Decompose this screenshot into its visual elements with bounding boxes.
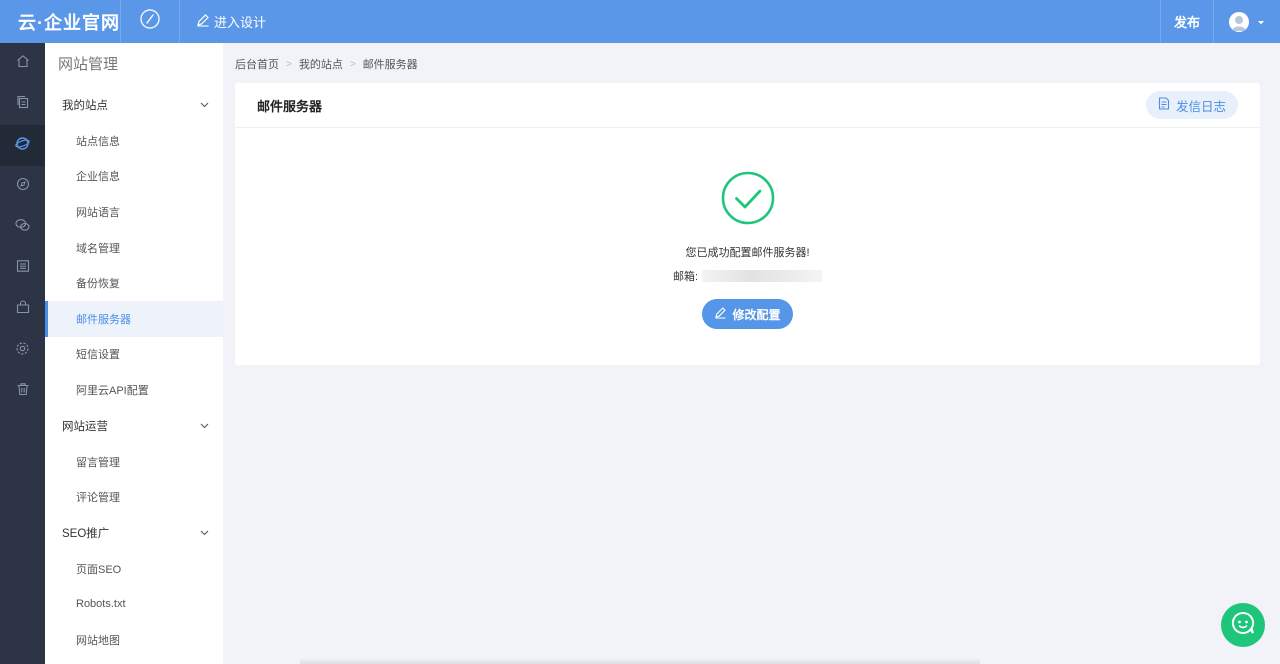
chevron-down-icon (200, 420, 209, 432)
icon-rail (0, 43, 45, 664)
logo[interactable]: 云·企业官网 (0, 0, 120, 43)
edit-config-label: 修改配置 (732, 307, 781, 322)
publish-button[interactable]: 发布 (1161, 0, 1213, 43)
sidebar-group-label: 网站运营 (62, 420, 108, 433)
sidebar-item-robots[interactable]: Robots.txt (45, 587, 223, 623)
sidebar-group-label: SEO推广 (62, 527, 110, 540)
sidebar: 网站管理 我的站点 站点信息 企业信息 网站语言 域名管理 备份恢复 邮件服务器… (45, 43, 223, 664)
sidebar-item-sitemap[interactable]: 网站地图 (45, 622, 223, 658)
sidebar-title: 网站管理 (58, 56, 119, 73)
pencil-icon (196, 13, 214, 30)
rail-wechat[interactable] (0, 207, 45, 248)
success-message: 您已成功配置邮件服务器! (685, 247, 810, 259)
sidebar-group-seo[interactable]: SEO推广 (45, 515, 223, 551)
rail-pages[interactable] (0, 84, 45, 125)
rail-shop[interactable] (0, 289, 45, 330)
email-row: 邮箱: (672, 268, 823, 284)
chevron-down-icon (200, 527, 209, 539)
sidebar-item-language[interactable]: 网站语言 (45, 194, 223, 230)
list-icon (16, 259, 30, 278)
email-label: 邮箱: (672, 271, 699, 283)
sidebar-group-my-sites[interactable]: 我的站点 (45, 87, 223, 123)
sidebar-item-backup[interactable]: 备份恢复 (45, 265, 223, 301)
sidebar-item-mail-server[interactable]: 邮件服务器 (45, 300, 223, 337)
breadcrumb-home[interactable]: 后台首页 (235, 56, 279, 72)
success-panel: 您已成功配置邮件服务器! 邮箱: 修改配置 (235, 171, 1260, 329)
sidebar-group-label: 我的站点 (62, 100, 108, 112)
sidebar-item-aliyun-api[interactable]: 阿里云API配置 (45, 372, 223, 408)
breadcrumb-my-sites[interactable]: 我的站点 (299, 56, 343, 72)
copy-icon (16, 95, 30, 114)
speed-button[interactable] (121, 0, 179, 43)
card-header: 邮件服务器 发信日志 (235, 83, 1260, 128)
bottom-shadow (300, 658, 980, 664)
rail-site[interactable] (0, 125, 45, 166)
compass-icon (16, 177, 30, 196)
rail-trash[interactable] (0, 371, 45, 412)
caret-down-icon (1257, 13, 1265, 31)
sidebar-item-sms[interactable]: 短信设置 (45, 337, 223, 373)
sidebar-item-site-info[interactable]: 站点信息 (45, 123, 223, 159)
shop-icon (16, 300, 30, 319)
chat-support-icon (1229, 609, 1257, 642)
enter-design-button[interactable]: 进入设计 (180, 0, 282, 43)
top-bar: 云·企业官网 进入设计 发布 (0, 0, 1280, 43)
sidebar-item-messages[interactable]: 留言管理 (45, 444, 223, 480)
globe-icon (15, 136, 30, 156)
enter-design-label: 进入设计 (214, 15, 267, 30)
sidebar-item-company-info[interactable]: 企业信息 (45, 159, 223, 195)
chat-support-button[interactable] (1221, 603, 1265, 647)
user-menu[interactable] (1214, 0, 1280, 43)
pencil-icon (714, 306, 727, 322)
trash-icon (16, 382, 30, 401)
send-log-label: 发信日志 (1175, 99, 1226, 114)
home-icon (16, 54, 30, 73)
chevron-right-icon: > (286, 58, 292, 70)
document-icon (1158, 97, 1170, 113)
success-check-icon (721, 171, 775, 230)
avatar (1229, 11, 1249, 32)
rail-articles[interactable] (0, 248, 45, 289)
sidebar-item-comments[interactable]: 评论管理 (45, 479, 223, 515)
send-log-button[interactable]: 发信日志 (1146, 91, 1238, 119)
email-value-redacted (702, 270, 823, 282)
chevron-down-icon (200, 99, 209, 111)
rail-settings[interactable] (0, 330, 45, 371)
edit-config-button[interactable]: 修改配置 (702, 299, 793, 329)
breadcrumb: 后台首页 > 我的站点 > 邮件服务器 (235, 56, 418, 72)
mail-server-card: 邮件服务器 发信日志 您已成功配置邮件服务器! 邮箱: 修改配置 (235, 83, 1260, 365)
rail-compass[interactable] (0, 166, 45, 207)
settings-icon (15, 341, 30, 361)
sidebar-group-operations[interactable]: 网站运营 (45, 408, 223, 444)
chevron-right-icon: > (349, 58, 356, 70)
sidebar-item-page-seo[interactable]: 页面SEO (45, 551, 223, 587)
page-title: 邮件服务器 (257, 98, 323, 114)
speedometer-icon (139, 8, 161, 35)
rail-home[interactable] (0, 43, 45, 84)
sidebar-item-domain[interactable]: 域名管理 (45, 230, 223, 266)
wechat-icon (15, 218, 30, 237)
breadcrumb-current: 邮件服务器 (362, 59, 418, 71)
